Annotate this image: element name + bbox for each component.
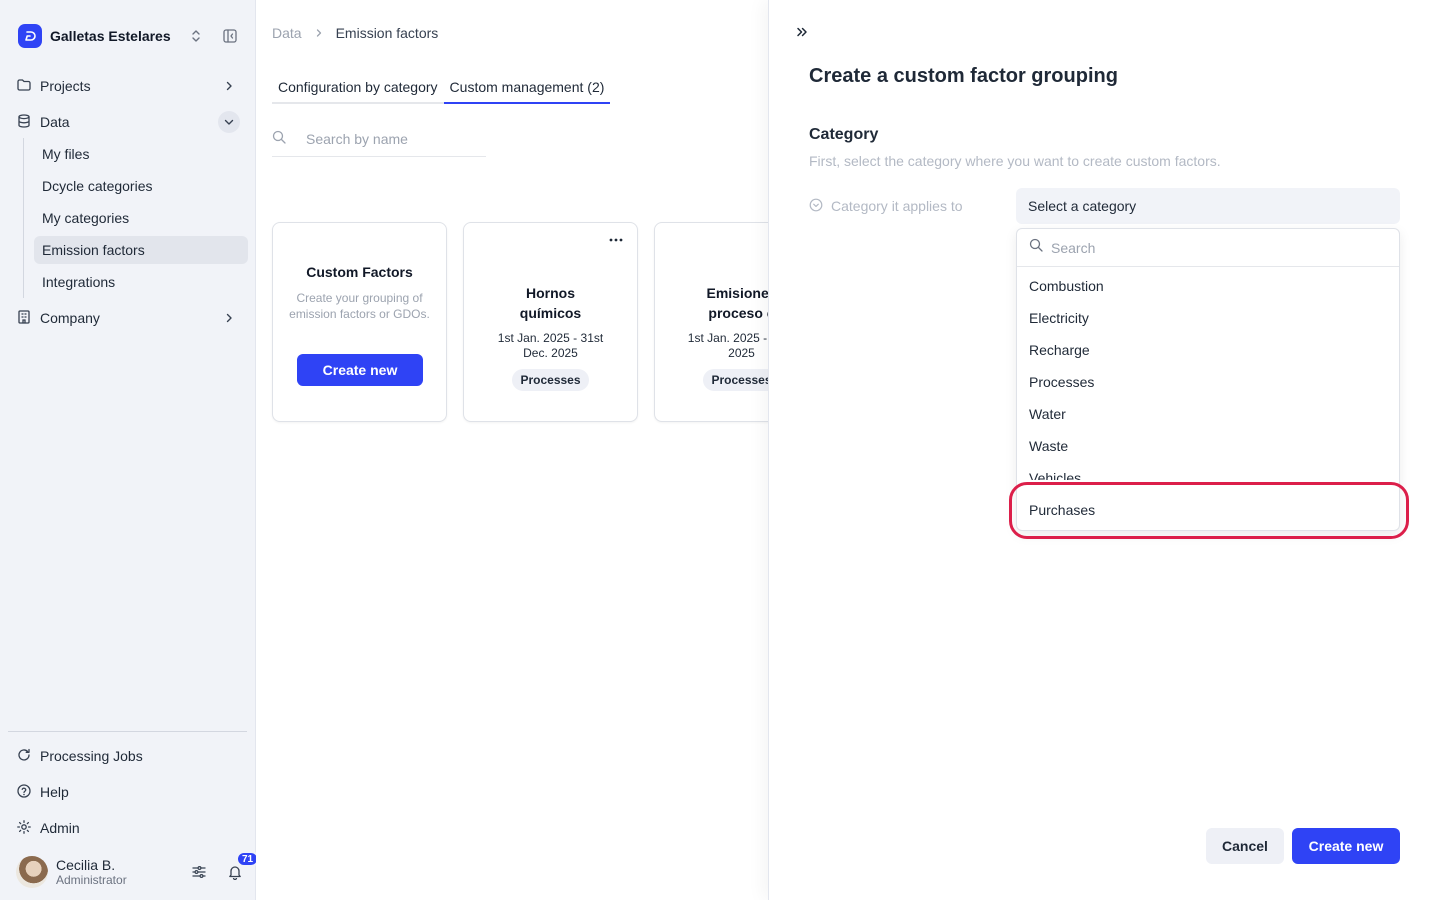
sidebar-item-label: Admin bbox=[40, 820, 80, 836]
gear-icon bbox=[16, 819, 32, 838]
folder-icon bbox=[16, 77, 32, 96]
org-switcher[interactable]: Galletas Estelares bbox=[18, 24, 240, 48]
sidebar-item-label: Projects bbox=[40, 78, 91, 94]
category-tag: Processes bbox=[512, 369, 589, 391]
org-logo-icon bbox=[18, 24, 42, 48]
more-options-icon[interactable] bbox=[607, 235, 625, 245]
tab-custom-management[interactable]: Custom management (2) bbox=[443, 72, 611, 104]
breadcrumb-emission-factors: Emission factors bbox=[335, 25, 439, 41]
search-icon bbox=[1029, 238, 1043, 257]
org-name: Galletas Estelares bbox=[50, 28, 171, 44]
card-description: Create your grouping of emission factors… bbox=[289, 291, 430, 321]
sidebar-item-label: Help bbox=[40, 784, 69, 800]
sidebar-item-label: Company bbox=[40, 310, 100, 326]
search-placeholder: Search by name bbox=[306, 131, 408, 147]
create-grouping-panel: Create a custom factor grouping Category… bbox=[768, 0, 1440, 900]
sidebar-item-admin[interactable]: Admin bbox=[8, 814, 246, 842]
sidebar-item-dcycle-categories[interactable]: Dcycle categories bbox=[34, 172, 248, 200]
sidebar-item-label: Data bbox=[40, 114, 70, 130]
refresh-icon bbox=[16, 747, 32, 766]
sidebar-item-data[interactable]: Data bbox=[8, 108, 246, 136]
sidebar-item-emission-factors[interactable]: Emission factors bbox=[34, 236, 248, 264]
tab-configuration-by-category[interactable]: Configuration by category bbox=[272, 72, 444, 104]
bell-icon[interactable]: 71 bbox=[224, 851, 260, 883]
option-water[interactable]: Water bbox=[1017, 398, 1399, 430]
cancel-button[interactable]: Cancel bbox=[1206, 828, 1284, 864]
panel-title: Create a custom factor grouping bbox=[809, 65, 1118, 87]
section-title: Category bbox=[809, 126, 879, 143]
highlight-ring bbox=[1009, 482, 1409, 539]
chevron-right-icon[interactable] bbox=[218, 307, 240, 329]
sidebar-divider bbox=[8, 731, 247, 732]
card-title: Hornos químicos bbox=[519, 285, 582, 321]
building-icon bbox=[16, 309, 32, 328]
option-vehicles[interactable]: Vehicles bbox=[1017, 462, 1399, 480]
chevron-right-icon bbox=[314, 28, 324, 38]
search-input[interactable]: Search by name bbox=[272, 122, 486, 157]
category-field-label: Category it applies to bbox=[809, 196, 963, 216]
main-content: Data Emission factors Configuration by c… bbox=[256, 0, 829, 900]
sidebar-item-company[interactable]: Company bbox=[8, 304, 246, 332]
option-combustion[interactable]: Combustion bbox=[1017, 270, 1399, 302]
breadcrumb-data[interactable]: Data bbox=[272, 25, 302, 41]
section-subtitle: First, select the category where you wan… bbox=[809, 153, 1221, 169]
option-processes[interactable]: Processes bbox=[1017, 366, 1399, 398]
card-date-range: 1st Jan. 2025 - 31st Dec. 2025 bbox=[497, 331, 604, 360]
chevron-up-down-icon[interactable] bbox=[186, 26, 206, 46]
user-profile[interactable]: Cecilia B. Administrator 71 bbox=[16, 851, 260, 889]
dropdown-search-input[interactable]: Search bbox=[1017, 229, 1399, 267]
sidebar-item-my-categories[interactable]: My categories bbox=[34, 204, 248, 232]
search-icon bbox=[272, 130, 286, 149]
dropdown-search-placeholder: Search bbox=[1051, 239, 1096, 256]
sidebar-item-label: Processing Jobs bbox=[40, 748, 143, 764]
chevrons-right-icon[interactable] bbox=[793, 23, 811, 41]
collapse-sidebar-icon[interactable] bbox=[220, 26, 240, 46]
sidebar-item-integrations[interactable]: Integrations bbox=[34, 268, 248, 296]
option-electricity[interactable]: Electricity bbox=[1017, 302, 1399, 334]
sliders-icon[interactable] bbox=[188, 861, 210, 883]
create-new-button[interactable]: Create new bbox=[1292, 828, 1400, 864]
sidebar-item-projects[interactable]: Projects bbox=[8, 72, 246, 100]
database-icon bbox=[16, 113, 32, 132]
field-label-text: Category it applies to bbox=[831, 198, 963, 214]
breadcrumb: Data Emission factors bbox=[272, 25, 438, 41]
user-name: Cecilia B. bbox=[56, 856, 116, 873]
create-new-button[interactable]: Create new bbox=[297, 354, 423, 386]
option-waste[interactable]: Waste bbox=[1017, 430, 1399, 462]
sidebar-item-my-files[interactable]: My files bbox=[34, 140, 248, 168]
check-circle-icon bbox=[809, 198, 823, 215]
sidebar-item-help[interactable]: Help bbox=[8, 778, 246, 806]
chevron-right-icon[interactable] bbox=[218, 75, 240, 97]
card-title: Custom Factors bbox=[306, 264, 413, 280]
option-recharge[interactable]: Recharge bbox=[1017, 334, 1399, 366]
avatar bbox=[16, 856, 48, 888]
data-subnav: My files Dcycle categories My categories… bbox=[23, 138, 248, 298]
factor-group-card[interactable]: Hornos químicos 1st Jan. 2025 - 31st Dec… bbox=[463, 222, 638, 422]
help-circle-icon bbox=[16, 783, 32, 802]
category-select[interactable]: Select a category bbox=[1016, 188, 1400, 224]
custom-factors-card: Custom Factors Create your grouping of e… bbox=[272, 222, 447, 422]
sidebar-item-processing-jobs[interactable]: Processing Jobs bbox=[8, 742, 246, 770]
user-role: Administrator bbox=[56, 872, 127, 887]
chevron-down-icon[interactable] bbox=[218, 111, 240, 133]
sidebar: Galletas Estelares Projects Data My file… bbox=[0, 0, 260, 900]
tabs: Configuration by category Custom managem… bbox=[272, 72, 611, 104]
